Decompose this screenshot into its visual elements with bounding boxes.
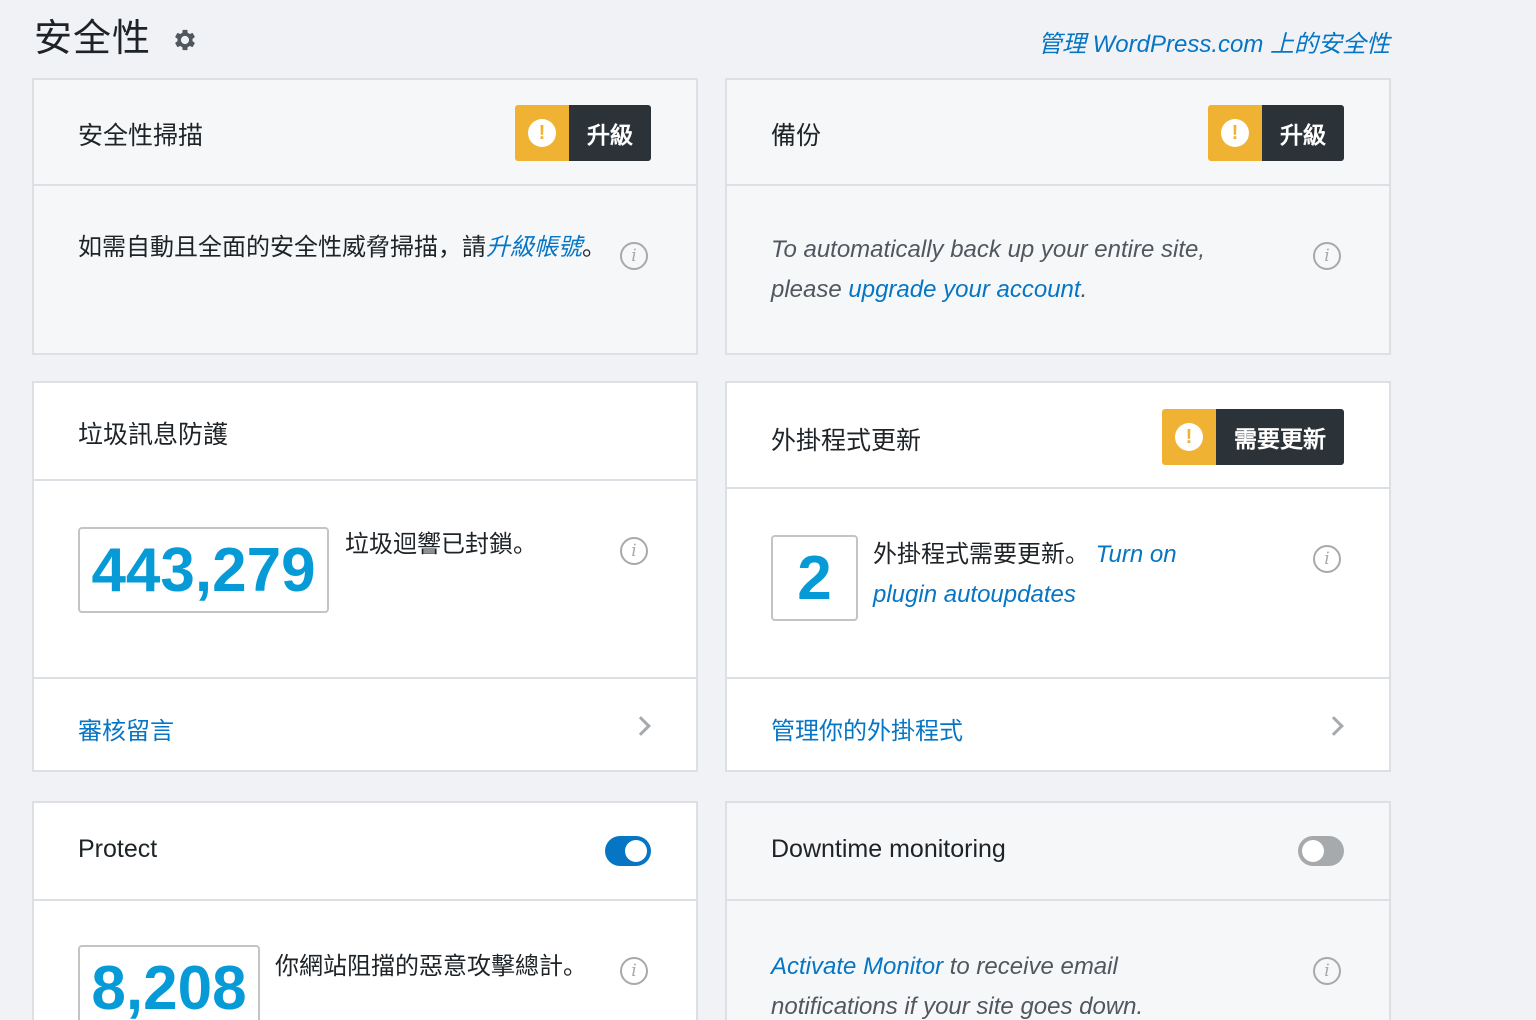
gear-icon[interactable] (171, 26, 199, 54)
moderate-comments-link[interactable]: 審核留言 (78, 711, 174, 746)
security-scan-card: 安全性掃描 ! 升級 如需自動且全面的安全性威脅掃描，請升級帳號。 i (32, 78, 698, 355)
info-icon[interactable]: i (620, 537, 648, 565)
warning-icon: ! (1221, 119, 1249, 147)
chevron-right-icon (1324, 716, 1344, 736)
upgrade-account-link[interactable]: 升級帳號 (486, 234, 582, 261)
card-title: Protect (78, 835, 158, 863)
card-title: 垃圾訊息防護 (78, 421, 229, 449)
manage-plugins-link[interactable]: 管理你的外掛程式 (771, 711, 963, 746)
backup-description: To automatically back up your entire sit… (771, 236, 1206, 303)
info-icon[interactable]: i (1313, 242, 1341, 270)
card-body: 2 外掛程式需要更新。 Turn on plugin autoupdates i (727, 487, 1389, 677)
update-needed-button[interactable]: 需要更新 (1216, 409, 1344, 465)
downtime-monitoring-card: Downtime monitoring Activate Monitor to … (725, 801, 1391, 1020)
manage-security-link[interactable]: 管理 WordPress.com 上的安全性 (1038, 24, 1390, 59)
page-title: 安全性 (34, 18, 152, 60)
info-icon[interactable]: i (620, 242, 648, 270)
chevron-right-icon (631, 716, 651, 736)
plugin-update-count: 2 (771, 535, 858, 621)
card-body: Activate Monitor to receive email notifi… (727, 899, 1389, 1020)
turn-on-autoupdates-link[interactable]: Turn on (1096, 541, 1177, 568)
card-header: Downtime monitoring (727, 803, 1389, 899)
card-header: 垃圾訊息防護 (34, 383, 696, 479)
info-icon[interactable]: i (1313, 957, 1341, 985)
card-body: 如需自動且全面的安全性威脅掃描，請升級帳號。 i (34, 184, 696, 353)
downtime-description: Activate Monitor to receive email notifi… (771, 953, 1144, 1020)
attacks-blocked-count: 8,208 (78, 945, 260, 1020)
update-needed-badge[interactable]: ! 需要更新 (1162, 409, 1344, 465)
info-icon[interactable]: i (620, 957, 648, 985)
scan-description: 如需自動且全面的安全性威脅掃描，請升級帳號。 (78, 234, 606, 261)
plugin-updates-card: 外掛程式更新 ! 需要更新 2 外掛程式需要更新。 Turn on plugin… (725, 381, 1391, 772)
card-title: 備份 (771, 122, 822, 150)
spam-blocked-count: 443,279 (78, 527, 329, 613)
spam-blocked-label: 垃圾迴響已封鎖。 (345, 531, 537, 558)
warning-icon: ! (1175, 423, 1203, 451)
protect-card: Protect 8,208 你網站阻擋的惡意攻擊總計。 i (32, 801, 698, 1020)
upgrade-account-link[interactable]: upgrade your account (848, 276, 1080, 303)
plugin-update-description: 外掛程式需要更新。 Turn on plugin autoupdates (873, 535, 1177, 615)
downtime-toggle[interactable] (1298, 836, 1344, 866)
card-title: Downtime monitoring (771, 835, 1006, 863)
attacks-blocked-label: 你網站阻擋的惡意攻擊總計。 (275, 953, 587, 980)
card-header: Protect (34, 803, 696, 899)
activate-monitor-link[interactable]: Activate Monitor (771, 953, 943, 980)
card-body: 8,208 你網站阻擋的惡意攻擊總計。 i (34, 899, 696, 1020)
plugin-autoupdates-link[interactable]: plugin autoupdates (873, 575, 1177, 615)
warning-icon: ! (528, 119, 556, 147)
page-header: 安全性 管理 WordPress.com 上的安全性 (34, 16, 1390, 62)
card-body: 443,279 垃圾迴響已封鎖。 i (34, 479, 696, 677)
upgrade-button[interactable]: 升級 (1262, 105, 1344, 161)
spam-protection-card: 垃圾訊息防護 443,279 垃圾迴響已封鎖。 i 審核留言 (32, 381, 698, 772)
upgrade-badge[interactable]: ! 升級 (515, 105, 651, 161)
card-footer[interactable]: 管理你的外掛程式 (727, 677, 1389, 770)
card-title: 外掛程式更新 (771, 427, 922, 455)
card-title: 安全性掃描 (78, 122, 204, 150)
backup-card: 備份 ! 升級 To automatically back up your en… (725, 78, 1391, 355)
card-header: 安全性掃描 ! 升級 (34, 80, 696, 184)
upgrade-button[interactable]: 升級 (569, 105, 651, 161)
protect-toggle[interactable] (605, 836, 651, 866)
card-footer[interactable]: 審核留言 (34, 677, 696, 770)
card-header: 外掛程式更新 ! 需要更新 (727, 383, 1389, 487)
card-body: To automatically back up your entire sit… (727, 184, 1389, 353)
info-icon[interactable]: i (1313, 545, 1341, 573)
upgrade-badge[interactable]: ! 升級 (1208, 105, 1344, 161)
card-header: 備份 ! 升級 (727, 80, 1389, 184)
